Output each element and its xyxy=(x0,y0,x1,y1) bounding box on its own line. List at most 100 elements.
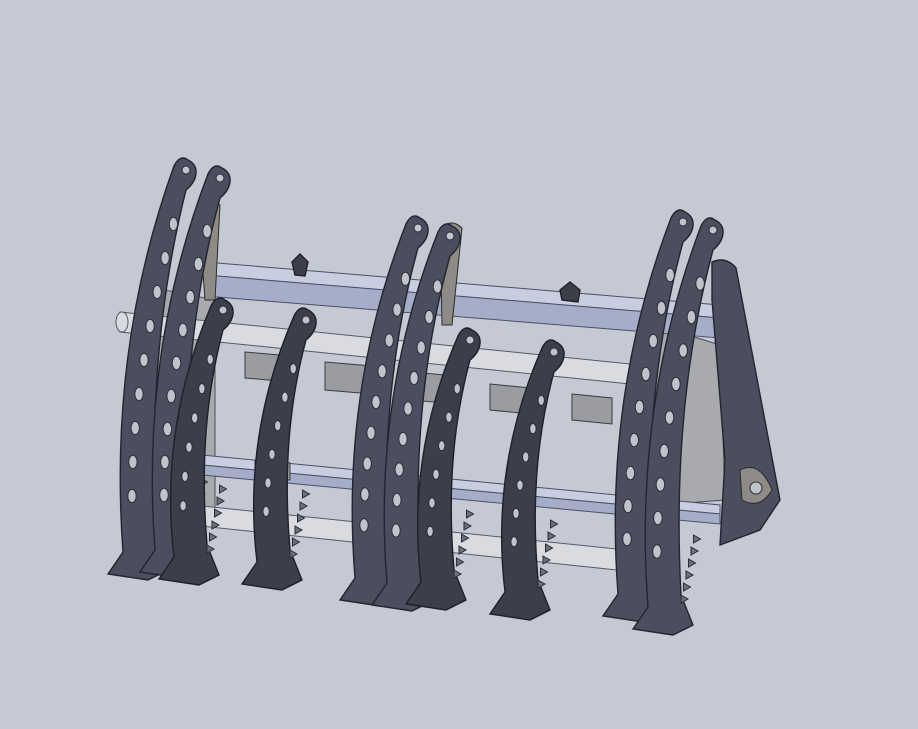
tine-lightening-hole xyxy=(134,386,144,402)
tine-tooth xyxy=(683,582,692,592)
tine-lightening-hole xyxy=(398,431,408,447)
tine-lightening-hole xyxy=(179,500,187,512)
tine-pin-hole xyxy=(678,217,688,227)
tine-lightening-hole xyxy=(377,364,387,379)
tine-tooth xyxy=(206,544,216,554)
tine-lightening-hole xyxy=(171,355,182,371)
tine-lightening-hole xyxy=(695,276,705,291)
tine-lightening-hole xyxy=(366,425,376,440)
tine-lightening-hole xyxy=(360,487,370,502)
tine-pin-hole xyxy=(181,165,191,175)
tine-lightening-hole xyxy=(400,271,411,286)
tine-lightening-hole xyxy=(362,456,372,471)
tine-lightening-hole xyxy=(648,333,659,349)
tine-lightening-hole xyxy=(289,363,297,375)
tine-lightening-hole xyxy=(641,366,651,382)
tine-tooth xyxy=(550,519,559,529)
tine-tooth xyxy=(292,537,301,547)
tine-lightening-hole xyxy=(653,510,663,526)
tine-tooth xyxy=(537,579,547,589)
tine-pin-hole xyxy=(413,223,423,233)
tines xyxy=(106,157,724,636)
tine-tooth xyxy=(685,570,695,580)
tine-lightening-hole xyxy=(391,523,401,538)
cross-plate-5 xyxy=(571,393,613,425)
tine-lightening-hole xyxy=(424,309,434,325)
tine-lightening-hole xyxy=(432,468,440,480)
tine-pin-hole xyxy=(301,315,311,325)
tine-lightening-hole xyxy=(664,410,675,425)
tine-pin-hole xyxy=(215,173,225,183)
tine-lightening-hole xyxy=(678,343,689,358)
tine-lightening-hole xyxy=(392,492,402,508)
bracket-tab-1 xyxy=(291,253,309,277)
tine-lightening-hole xyxy=(198,383,206,395)
tine-lightening-hole xyxy=(656,300,667,316)
tine-lightening-hole xyxy=(193,256,204,272)
tine-tooth xyxy=(466,509,475,519)
tine-tooth xyxy=(219,484,228,494)
tine-lightening-hole xyxy=(392,302,402,317)
tine-lightening-hole xyxy=(652,544,662,559)
tine-lightening-hole xyxy=(384,333,394,348)
tine-lightening-hole xyxy=(181,470,189,482)
bracket-tab-2 xyxy=(559,281,581,303)
tine-tooth xyxy=(299,501,309,511)
tine-lightening-hole xyxy=(634,399,645,415)
tine-lightening-hole xyxy=(162,421,173,437)
tine-lightening-hole xyxy=(623,498,633,514)
tine-lightening-hole xyxy=(625,465,636,481)
tine-lightening-hole xyxy=(359,518,369,533)
tine-tooth xyxy=(453,569,463,579)
tine-pin-hole xyxy=(218,305,228,315)
cad-viewport[interactable] xyxy=(0,0,918,729)
tine-lightening-hole xyxy=(445,411,453,423)
tine-lightening-hole xyxy=(159,487,169,503)
tine-lightening-hole xyxy=(160,454,170,470)
grapple-bucket-model xyxy=(106,157,781,636)
tine-tooth xyxy=(693,534,702,544)
tine xyxy=(488,339,565,621)
tine-lightening-hole xyxy=(516,479,524,491)
tine-tooth xyxy=(216,496,226,506)
tine-lightening-hole xyxy=(416,340,426,355)
tine-lightening-hole xyxy=(686,309,697,325)
tine-lightening-hole xyxy=(191,412,199,424)
tine-lightening-hole xyxy=(262,505,270,517)
tine-lightening-hole xyxy=(529,423,537,435)
tine-lightening-hole xyxy=(274,420,282,432)
tine-lightening-hole xyxy=(629,432,640,448)
tine-lightening-hole xyxy=(268,448,276,460)
tine-tooth xyxy=(302,489,311,499)
tine-tooth xyxy=(540,567,549,577)
tine-pin-hole xyxy=(465,335,475,345)
tine-lightening-hole xyxy=(139,352,149,368)
tine-lightening-hole xyxy=(202,223,212,239)
tine-lightening-hole xyxy=(622,531,632,547)
tine-lightening-hole xyxy=(206,353,214,365)
tine-tooth xyxy=(547,531,557,541)
tine-lightening-hole xyxy=(403,401,413,416)
tine-lightening-hole xyxy=(145,318,155,334)
tine-pin-hole xyxy=(445,231,455,241)
side-plate-lug-hole xyxy=(749,481,763,495)
tine-lightening-hole xyxy=(671,376,681,392)
tine-tooth xyxy=(209,532,218,542)
tine-tooth xyxy=(289,549,299,559)
tine-lightening-hole xyxy=(281,391,289,403)
tine-lightening-hole xyxy=(665,267,675,283)
tine-lightening-hole xyxy=(166,388,176,404)
tine-lightening-hole xyxy=(438,440,446,452)
tine-lightening-hole xyxy=(160,250,170,266)
upper-tube-end-left xyxy=(115,311,129,333)
tine-lightening-hole xyxy=(453,383,461,395)
tine-lightening-hole xyxy=(128,454,138,470)
tine-lightening-hole xyxy=(432,279,443,294)
tine-lightening-hole xyxy=(512,507,520,520)
tine-lightening-hole xyxy=(185,441,193,453)
tine-lightening-hole xyxy=(394,462,404,477)
tine-lightening-hole xyxy=(659,443,670,459)
tine-tooth xyxy=(463,521,473,531)
tine-tooth xyxy=(690,546,700,556)
tine-lightening-hole xyxy=(127,488,137,504)
